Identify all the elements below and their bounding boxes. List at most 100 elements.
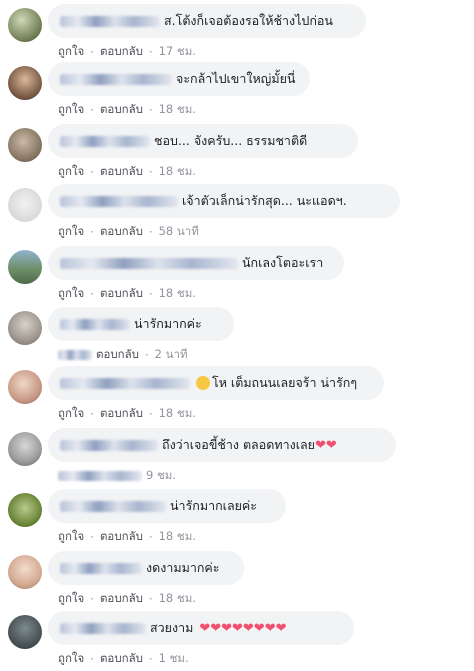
separator-dot: · — [90, 530, 94, 544]
comment-actions: ถูกใจ · ตอบกลับ · 18 ชม. — [58, 285, 196, 303]
comment-timestamp[interactable]: 18 ชม. — [159, 163, 196, 181]
smile-emoji-icon — [196, 376, 210, 390]
like-button[interactable]: ถูกใจ — [58, 405, 84, 423]
like-button[interactable]: ถูกใจ — [58, 43, 84, 61]
comment-text: ชอบ... จังครับ... ธรรมชาติดี — [154, 133, 308, 148]
comment-timestamp[interactable]: 58 นาที — [159, 223, 199, 241]
reply-button[interactable]: ตอบกลับ — [100, 101, 143, 119]
reply-button[interactable]: ตอบกลับ — [100, 223, 143, 241]
comment-bubble: เจ้าตัวเล็กน่ารักสุด... นะแอดฯ. — [48, 184, 400, 218]
commenter-name-blurred[interactable] — [60, 439, 158, 451]
comment-text: จะกล้าไปเขาใหญ่มั้ยนี่ — [176, 71, 296, 86]
comment-actions: ถูกใจ · ตอบกลับ · 18 ชม. — [58, 590, 196, 608]
comment-actions: ถูกใจ · ตอบกลับ · 18 ชม. — [58, 163, 196, 181]
avatar[interactable] — [8, 8, 42, 42]
comment-actions: ถูกใจ · ตอบกลับ · 58 นาที — [58, 223, 199, 241]
comment-item: จะกล้าไปเขาใหญ่มั้ยนี่ ถูกใจ · ตอบกลับ ·… — [0, 62, 474, 122]
comment-actions: ถูกใจ · ตอบกลับ · 18 ชม. — [58, 405, 196, 423]
separator-dot: · — [148, 652, 153, 666]
avatar[interactable] — [8, 66, 42, 100]
comment-item: สวยงาม ❤❤❤❤❤❤❤❤ ถูกใจ · ตอบกลับ · 1 ชม. — [0, 611, 474, 671]
comment-item: ส.โต้งก็เจอต้องรอให้ช้างไปก่อน ถูกใจ · ต… — [0, 4, 474, 64]
comment-bubble: จะกล้าไปเขาใหญ่มั้ยนี่ — [48, 62, 310, 96]
like-button[interactable]: ถูกใจ — [58, 590, 84, 608]
comment-actions: ตอบกลับ · 2 นาที — [58, 346, 188, 364]
avatar[interactable] — [8, 555, 42, 589]
separator-dot: · — [148, 103, 153, 117]
commenter-name-blurred[interactable] — [60, 622, 146, 634]
comment-timestamp[interactable]: 18 ชม. — [159, 405, 196, 423]
comment-item: ชอบ... จังครับ... ธรรมชาติดี ถูกใจ · ตอบ… — [0, 124, 474, 184]
blurred-like-label — [58, 350, 92, 360]
reply-button[interactable]: ตอบกลับ — [100, 528, 143, 546]
comment-timestamp[interactable]: 2 นาที — [155, 346, 188, 364]
comment-bubble: สวยงาม ❤❤❤❤❤❤❤❤ — [48, 611, 354, 645]
avatar[interactable] — [8, 370, 42, 404]
separator-dot: · — [90, 103, 94, 117]
like-button[interactable]: ถูกใจ — [58, 528, 84, 546]
heart-emoji-icon: ❤❤ — [314, 437, 337, 453]
comment-item: เจ้าตัวเล็กน่ารักสุด... นะแอดฯ. ถูกใจ · … — [0, 184, 474, 244]
avatar[interactable] — [8, 188, 42, 222]
reply-button[interactable]: ตอบกลับ — [100, 405, 143, 423]
comment-bubble: น่ารักมากเลยค่ะ — [48, 489, 286, 523]
commenter-name-blurred[interactable] — [60, 15, 160, 27]
reply-button[interactable]: ตอบกลับ — [100, 163, 143, 181]
comment-timestamp[interactable]: 18 ชม. — [159, 528, 196, 546]
commenter-name-blurred[interactable] — [60, 195, 178, 207]
comment-text: นักเลงโตอะเรา — [242, 255, 324, 270]
reply-button[interactable]: ตอบกลับ — [96, 346, 139, 364]
comment-bubble: ชอบ... จังครับ... ธรรมชาติดี — [48, 124, 358, 158]
avatar[interactable] — [8, 128, 42, 162]
separator-dot: · — [90, 165, 94, 179]
avatar[interactable] — [8, 615, 42, 649]
comment-item: น่ารักมากค่ะ ตอบกลับ · 2 นาที — [0, 307, 474, 367]
reply-button[interactable]: ตอบกลับ — [100, 650, 143, 668]
commenter-name-blurred[interactable] — [60, 135, 150, 147]
comment-text: งดงามมากค่ะ — [146, 560, 220, 575]
like-button[interactable]: ถูกใจ — [58, 101, 84, 119]
comment-text: น่ารักมากเลยค่ะ — [170, 498, 258, 513]
commenter-name-blurred[interactable] — [60, 257, 238, 269]
comment-item: โห เต็มถนนเลยจร้า น่ารักๆ ถูกใจ · ตอบกลั… — [0, 366, 474, 426]
like-button[interactable]: ถูกใจ — [58, 285, 84, 303]
comment-bubble: น่ารักมากค่ะ — [48, 307, 234, 341]
commenter-name-blurred[interactable] — [60, 500, 166, 512]
comment-timestamp[interactable]: 18 ชม. — [159, 590, 196, 608]
comment-bubble: โห เต็มถนนเลยจร้า น่ารักๆ — [48, 366, 384, 400]
comment-bubble: ส.โต้งก็เจอต้องรอให้ช้างไปก่อน — [48, 4, 366, 38]
comment-item: ถึงว่าเจอขี้ช้าง ตลอดทางเลย ❤❤ 9 ชม. — [0, 428, 474, 488]
avatar[interactable] — [8, 311, 42, 345]
comment-actions: ถูกใจ · ตอบกลับ · 1 ชม. — [58, 650, 189, 668]
reply-button[interactable]: ตอบกลับ — [100, 285, 143, 303]
commenter-name-blurred[interactable] — [60, 73, 172, 85]
commenter-name-blurred[interactable] — [60, 562, 142, 574]
commenter-name-blurred[interactable] — [60, 377, 190, 389]
avatar[interactable] — [8, 432, 42, 466]
comment-timestamp[interactable]: 18 ชม. — [159, 285, 196, 303]
comment-timestamp[interactable]: 1 ชม. — [159, 650, 189, 668]
comment-timestamp[interactable]: 17 ชม. — [159, 43, 196, 61]
avatar[interactable] — [8, 493, 42, 527]
comment-actions: ถูกใจ · ตอบกลับ · 17 ชม. — [58, 43, 196, 61]
separator-dot: · — [148, 45, 153, 59]
comment-text: โห เต็มถนนเลยจร้า น่ารักๆ — [212, 375, 358, 390]
comment-timestamp[interactable]: 18 ชม. — [159, 101, 196, 119]
comment-actions: 9 ชม. — [58, 467, 176, 485]
comment-item: น่ารักมากเลยค่ะ ถูกใจ · ตอบกลับ · 18 ชม. — [0, 489, 474, 549]
like-button[interactable]: ถูกใจ — [58, 223, 84, 241]
like-button[interactable]: ถูกใจ — [58, 163, 84, 181]
reply-button[interactable]: ตอบกลับ — [100, 43, 143, 61]
comment-actions: ถูกใจ · ตอบกลับ · 18 ชม. — [58, 528, 196, 546]
avatar[interactable] — [8, 250, 42, 284]
reply-button[interactable]: ตอบกลับ — [100, 590, 143, 608]
comment-item: งดงามมากค่ะ ถูกใจ · ตอบกลับ · 18 ชม. — [0, 551, 474, 611]
separator-dot: · — [148, 530, 153, 544]
separator-dot: · — [148, 287, 153, 301]
comment-bubble: งดงามมากค่ะ — [48, 551, 244, 585]
comment-timestamp[interactable]: 9 ชม. — [146, 467, 176, 485]
commenter-name-blurred[interactable] — [60, 318, 130, 330]
like-button[interactable]: ถูกใจ — [58, 650, 84, 668]
comment-text: สวยงาม — [150, 620, 194, 635]
blurred-actions-label — [58, 471, 142, 481]
